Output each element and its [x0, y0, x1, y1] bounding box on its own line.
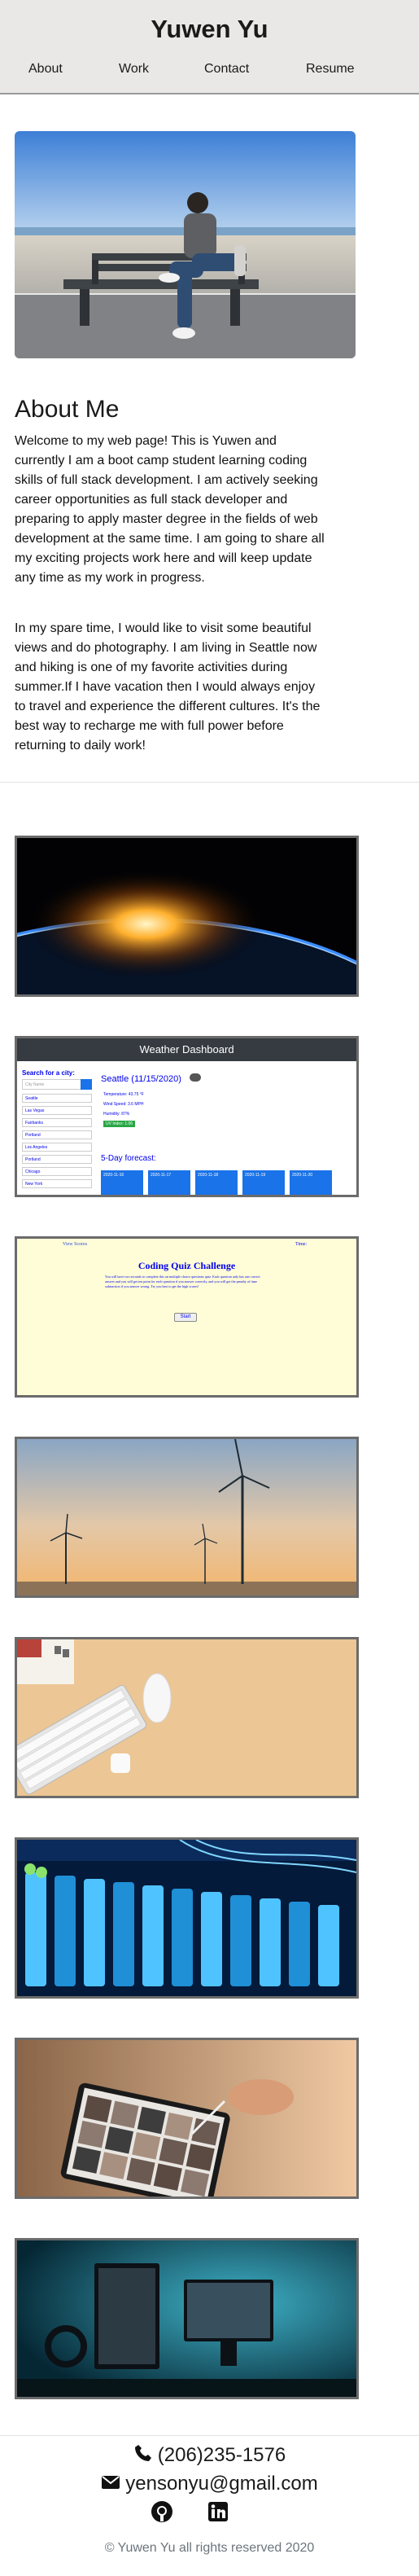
weather-city-item: Portland	[22, 1130, 92, 1139]
about-heading: About Me	[15, 396, 120, 423]
email-address: yensonyu@gmail.com	[125, 2473, 318, 2495]
server-blade	[113, 1882, 134, 1986]
weather-city-item: Las Vegas	[22, 1106, 92, 1115]
quiz-description: You will have two seconds to complete th…	[105, 1275, 260, 1288]
quiz-view-scores: View Scores	[63, 1242, 88, 1247]
weather-city-item: Seattle	[22, 1094, 92, 1103]
server-blade	[84, 1879, 105, 1986]
nav-work-link[interactable]: Work	[119, 62, 149, 77]
weather-city-item: New York	[22, 1179, 92, 1188]
site-title: Yuwen Yu	[151, 15, 268, 43]
weather-header: Weather Dashboard	[17, 1038, 356, 1061]
project-card-desk[interactable]	[15, 1637, 359, 1798]
project-card-wind-turbines[interactable]	[15, 1437, 359, 1598]
profile-photo	[15, 131, 356, 358]
quiz-title: Coding Quiz Challenge	[137, 1260, 236, 1271]
weather-forecast-row: 2020-11-16 2020-11-17 2020-11-18 2020-11-19…	[101, 1170, 353, 1195]
weather-current-city: Seattle (11/15/2020)	[101, 1074, 181, 1084]
about-paragraph-2: In my spare time, I would like to visit …	[15, 621, 321, 753]
social-links	[151, 2500, 273, 2525]
server-blade	[230, 1895, 251, 1986]
project-card-weather-dashboard[interactable]: Weather Dashboard Search for a city: Cit…	[15, 1036, 359, 1197]
weather-temperature: Temperature: 43.75 °F	[103, 1092, 144, 1097]
phone-number: (206)235-1576	[157, 2443, 286, 2466]
weather-city-list: Seattle Las Vegas Fairbanks Portland Los Ang…	[22, 1094, 92, 1191]
weather-search-label: Search for a city:	[22, 1069, 75, 1077]
weather-forecast-card: 2020-11-17	[148, 1170, 190, 1195]
about-paragraph-1: Welcome to my web page! This is Yuwen an…	[15, 434, 325, 585]
footer-phone: (206)235-1576	[0, 2443, 419, 2468]
project-card-coding-quiz[interactable]: View Scores Time: Coding Quiz Challenge …	[15, 1236, 359, 1398]
server-blade	[260, 1898, 281, 1986]
weather-forecast-card: 2020-11-18	[195, 1170, 238, 1195]
nav-contact-link[interactable]: Contact	[204, 62, 249, 77]
weather-uv-index: UV Index: 1.06	[103, 1121, 136, 1127]
project-card-earth[interactable]	[15, 836, 359, 997]
weather-city-item: Portland	[22, 1155, 92, 1164]
weather-city-item: Fairbanks	[22, 1118, 92, 1127]
quiz-start-button: Start	[174, 1313, 197, 1322]
weather-humidity: Humidity: 87%	[103, 1112, 130, 1117]
server-blade	[201, 1892, 222, 1986]
weather-city-item: Chicago	[22, 1167, 92, 1176]
server-blade	[142, 1885, 164, 1986]
weather-city-item: Los Angeles	[22, 1143, 92, 1152]
server-blade	[25, 1872, 46, 1986]
server-blade	[289, 1902, 310, 1986]
weather-forecast-card: 2020-11-20	[290, 1170, 332, 1195]
main-nav: About Work Contact Resume	[0, 62, 419, 81]
section-divider	[0, 782, 419, 783]
envelope-icon	[101, 2473, 120, 2496]
footer-divider	[0, 2435, 419, 2436]
weather-forecast-label: 5-Day forecast:	[101, 1154, 156, 1163]
phone-icon	[133, 2443, 153, 2468]
project-card-tablet[interactable]	[15, 2038, 359, 2199]
weather-wind: Wind Speed: 3.6 MPH	[103, 1102, 144, 1107]
linkedin-icon[interactable]	[207, 2501, 229, 2526]
project-card-servers[interactable]	[15, 1837, 359, 1999]
weather-forecast-card: 2020-11-16	[101, 1170, 143, 1195]
search-icon	[81, 1079, 92, 1090]
nav-resume-link[interactable]: Resume	[306, 62, 355, 77]
quiz-time: Time:	[295, 1242, 308, 1247]
project-card-monitors[interactable]	[15, 2238, 359, 2399]
weather-forecast-card: 2020-11-19	[242, 1170, 285, 1195]
footer-email: yensonyu@gmail.com	[0, 2473, 419, 2496]
site-header: Yuwen Yu About Work Contact Resume	[0, 0, 419, 94]
github-icon[interactable]	[151, 2500, 173, 2527]
nav-about-link[interactable]: About	[28, 62, 63, 77]
server-blade	[318, 1905, 339, 1986]
cloud-icon	[190, 1073, 201, 1082]
server-blade	[172, 1889, 193, 1986]
server-blade	[55, 1876, 76, 1986]
copyright-text: © Yuwen Yu all rights reserved 2020	[104, 2541, 315, 2555]
